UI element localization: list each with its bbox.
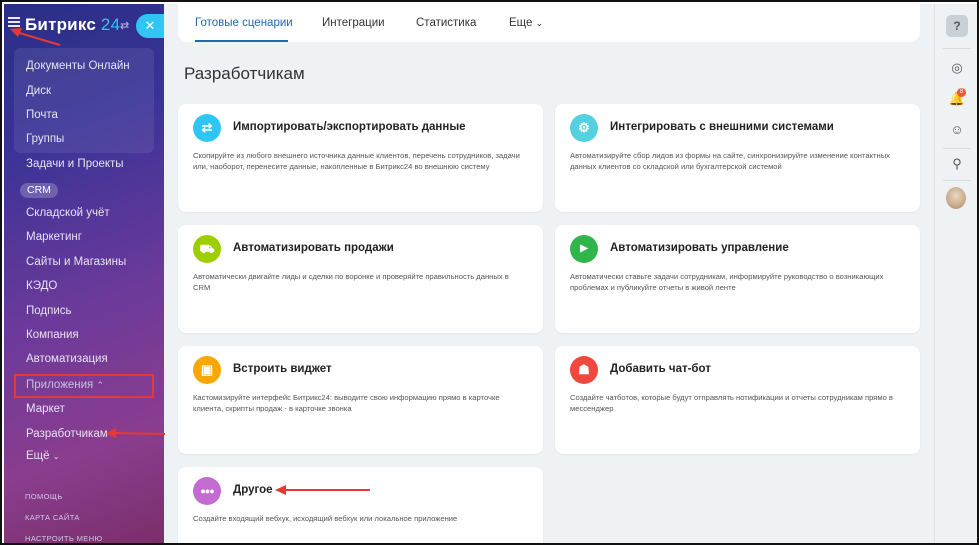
screenshot-frame: Битрикс 24 ⇄ Документы Онлайн Диск Почта… bbox=[0, 0, 979, 545]
sidebar-item-company[interactable]: Компания bbox=[26, 329, 79, 341]
notification-badge: 8 bbox=[957, 88, 966, 97]
sidebar-item-market[interactable]: Маркет bbox=[26, 403, 65, 415]
main-content: Готовые сценарии Интеграции Статистика Е… bbox=[164, 4, 934, 543]
card-add-chatbot[interactable]: ☗ Добавить чат-бот Создайте чатботов, ко… bbox=[555, 346, 920, 454]
search-icon[interactable]: ⚲ bbox=[946, 153, 968, 175]
arrow-annotation-other bbox=[275, 485, 370, 495]
sidebar-item-disk[interactable]: Диск bbox=[26, 85, 51, 97]
sidebar-item-developers[interactable]: Разработчикам bbox=[26, 428, 108, 440]
card-description: Создайте входящий вебхук, исходящий вебх… bbox=[193, 514, 458, 523]
android-icon: ☗ bbox=[570, 356, 598, 384]
card-description: Создайте чатботов, которые будут отправл… bbox=[570, 393, 893, 413]
card-description: Автоматизируйте сбор лидов из формы на с… bbox=[570, 151, 890, 171]
more-dots-icon: ●●● bbox=[193, 477, 221, 505]
close-icon: ✕ bbox=[144, 18, 156, 33]
card-description: Скопируйте из любого внешнего источника … bbox=[193, 151, 520, 171]
arrows-swap-icon: ⇄ bbox=[193, 114, 221, 142]
chevron-down-icon: ⌄ bbox=[52, 452, 60, 461]
active-tab-underline bbox=[195, 40, 288, 42]
close-sidebar-button[interactable]: ✕ bbox=[136, 14, 164, 38]
sidebar-item-more[interactable]: Ещё ⌄ bbox=[26, 450, 59, 462]
sidebar-item-sites[interactable]: Сайты и Магазины bbox=[26, 256, 126, 268]
avatar[interactable] bbox=[946, 187, 966, 209]
sidebar-item-more-label: Ещё bbox=[26, 450, 50, 462]
gears-icon: ⚙ bbox=[570, 114, 598, 142]
sidebar-item-inventory[interactable]: Складской учёт bbox=[26, 207, 110, 219]
tab-statistics[interactable]: Статистика bbox=[416, 17, 476, 29]
configure-menu-link[interactable]: НАСТРОИТЬ МЕНЮ bbox=[25, 534, 103, 543]
copilot-icon[interactable]: ◎ bbox=[946, 57, 968, 79]
sidebar-item-crm[interactable]: CRM bbox=[20, 183, 58, 198]
right-rail: ? ◎ 🔔 8 ☺ ⚲ bbox=[934, 4, 977, 543]
card-title: Автоматизировать управление bbox=[610, 242, 789, 254]
tab-integrations[interactable]: Интеграции bbox=[322, 17, 385, 29]
swap-icon[interactable]: ⇄ bbox=[120, 19, 129, 32]
help-button[interactable]: ? bbox=[946, 15, 968, 37]
card-title: Автоматизировать продажи bbox=[233, 242, 394, 254]
tab-ready-scenarios[interactable]: Готовые сценарии bbox=[195, 17, 293, 29]
sidebar-item-marketing[interactable]: Маркетинг bbox=[26, 231, 82, 243]
arrow-annotation-developers bbox=[106, 428, 166, 438]
card-integrate-external[interactable]: ⚙ Интегрировать с внешними системами Авт… bbox=[555, 104, 920, 212]
play-icon: ▶ bbox=[570, 235, 598, 263]
chevron-down-icon: ⌄ bbox=[535, 18, 544, 28]
card-description: Автоматически ставьте задачи сотрудникам… bbox=[570, 272, 884, 292]
logo-number: 24 bbox=[100, 15, 121, 34]
left-sidebar: Битрикс 24 ⇄ Документы Онлайн Диск Почта… bbox=[4, 4, 164, 543]
help-link[interactable]: ПОМОЩЬ bbox=[25, 492, 63, 501]
card-title: Импортировать/экспортировать данные bbox=[233, 121, 466, 133]
card-automate-management[interactable]: ▶ Автоматизировать управление Автоматиче… bbox=[555, 225, 920, 333]
sidebar-item-mail[interactable]: Почта bbox=[26, 109, 58, 121]
card-import-export[interactable]: ⇄ Импортировать/экспортировать данные Ск… bbox=[178, 104, 543, 212]
cart-icon: ⛟ bbox=[193, 235, 221, 263]
card-title: Добавить чат-бот bbox=[610, 363, 711, 375]
rail-divider bbox=[943, 180, 971, 181]
card-title: Интегрировать с внешними системами bbox=[610, 121, 834, 133]
sidebar-item-documents[interactable]: Документы Онлайн bbox=[26, 60, 130, 72]
tab-more-label: Еще bbox=[509, 17, 533, 29]
tabs-bar: Готовые сценарии Интеграции Статистика Е… bbox=[178, 4, 920, 42]
card-other[interactable]: ●●● Другое Создайте входящий вебхук, исх… bbox=[178, 467, 543, 543]
card-description: Автоматически двигайте лиды и сделки по … bbox=[193, 272, 509, 292]
card-description: Кастомизируйте интерфейс Битрикс24: выво… bbox=[193, 393, 500, 413]
card-automate-sales[interactable]: ⛟ Автоматизировать продажи Автоматически… bbox=[178, 225, 543, 333]
tab-more[interactable]: Еще ⌄ bbox=[509, 17, 543, 29]
card-title: Другое bbox=[233, 484, 273, 496]
sidebar-item-sign[interactable]: Подпись bbox=[26, 305, 72, 317]
sidebar-item-kedo[interactable]: КЭДО bbox=[26, 280, 57, 292]
sidebar-item-tasks[interactable]: Задачи и Проекты bbox=[26, 158, 124, 170]
chat-icon[interactable]: ☺ bbox=[946, 119, 968, 141]
widget-icon: ▣ bbox=[193, 356, 221, 384]
sitemap-link[interactable]: КАРТА САЙТА bbox=[25, 513, 80, 522]
sidebar-item-groups[interactable]: Группы bbox=[26, 133, 64, 145]
rail-divider bbox=[943, 48, 971, 49]
card-embed-widget[interactable]: ▣ Встроить виджет Кастомизируйте интерфе… bbox=[178, 346, 543, 454]
sidebar-item-applications[interactable]: Приложения ⌃ bbox=[26, 379, 104, 391]
card-title: Встроить виджет bbox=[233, 363, 332, 375]
chevron-up-icon: ⌃ bbox=[96, 380, 105, 390]
sidebar-item-automation[interactable]: Автоматизация bbox=[26, 353, 108, 365]
rail-divider bbox=[943, 148, 971, 149]
arrow-annotation-burger bbox=[10, 28, 61, 46]
sidebar-item-applications-label: Приложения bbox=[26, 379, 94, 391]
page-title: Разработчикам bbox=[184, 64, 305, 83]
